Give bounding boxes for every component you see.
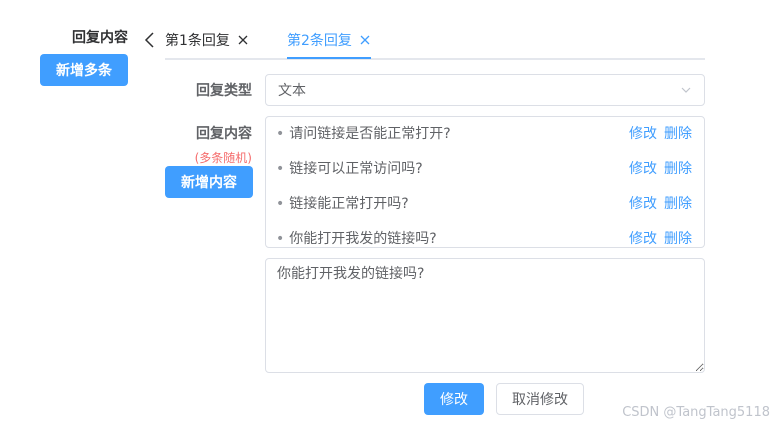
edit-link[interactable]: 修改 <box>629 158 657 178</box>
save-button[interactable]: 修改 <box>424 383 484 415</box>
tab-reply-2[interactable]: 第2条回复 <box>287 29 371 51</box>
delete-link[interactable]: 删除 <box>664 123 692 143</box>
reply-content-textarea[interactable]: 你能打开我发的链接吗? <box>265 258 705 373</box>
close-icon[interactable] <box>359 34 371 46</box>
list-item-text: • 链接能正常打开吗? <box>276 196 409 212</box>
edit-link[interactable]: 修改 <box>629 228 657 247</box>
tab-label: 第2条回复 <box>287 33 352 49</box>
random-note: (多条随机) <box>194 151 252 165</box>
delete-link[interactable]: 删除 <box>664 158 692 178</box>
list-item: • 链接能正常打开吗? 修改 删除 <box>266 192 704 214</box>
add-multiple-button[interactable]: 新增多条 <box>40 54 128 86</box>
list-item: • 你能打开我发的链接吗? 修改 删除 <box>266 227 704 247</box>
tab-reply-1[interactable]: 第1条回复 <box>165 29 249 51</box>
select-value: 文本 <box>278 83 306 99</box>
reply-type-select[interactable]: 文本 <box>265 74 705 106</box>
watermark: CSDN @TangTang5118 <box>622 405 770 420</box>
cancel-edit-button[interactable]: 取消修改 <box>496 383 584 415</box>
list-item: • 链接可以正常访问吗? 修改 删除 <box>266 157 704 179</box>
section-label-reply-content: 回复内容 <box>72 30 128 46</box>
list-item-text: • 你能打开我发的链接吗? <box>276 231 437 247</box>
list-item: • 请问链接是否能正常打开? 修改 删除 <box>266 122 704 144</box>
add-content-button[interactable]: 新增内容 <box>165 166 253 198</box>
tabs-divider <box>165 58 705 60</box>
edit-link[interactable]: 修改 <box>629 193 657 213</box>
close-icon[interactable] <box>237 34 249 46</box>
reply-type-label: 回复类型 <box>196 83 252 99</box>
tab-active-indicator <box>287 57 371 59</box>
chevron-down-icon <box>680 84 692 96</box>
edit-link[interactable]: 修改 <box>629 123 657 143</box>
reply-content-label: 回复内容 <box>196 126 252 142</box>
list-item-text: • 请问链接是否能正常打开? <box>276 126 451 142</box>
tab-label: 第1条回复 <box>165 33 230 49</box>
delete-link[interactable]: 删除 <box>664 228 692 247</box>
list-item-text: • 链接可以正常访问吗? <box>276 161 423 177</box>
tab-prev-icon[interactable] <box>142 30 158 50</box>
content-list[interactable]: • 请问链接是否能正常打开? 修改 删除 • 链接可以正常访问吗? 修改 删除 • 链接能… <box>265 116 705 248</box>
delete-link[interactable]: 删除 <box>664 193 692 213</box>
